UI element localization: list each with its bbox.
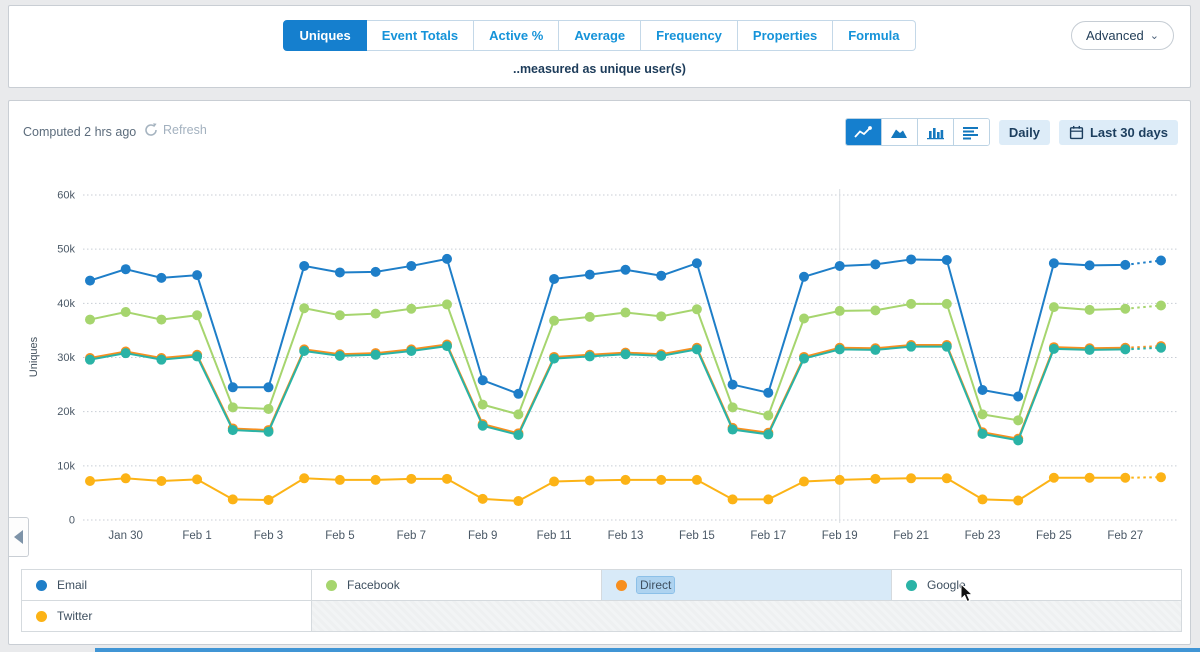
series-color-dot — [36, 611, 47, 622]
svg-text:60k: 60k — [57, 189, 75, 201]
chart-controls: Daily Last 30 days — [845, 118, 1178, 146]
svg-text:0: 0 — [69, 515, 75, 527]
collapse-panel-handle[interactable] — [9, 517, 29, 557]
legend-item-label: Email — [57, 578, 87, 592]
series-color-dot — [906, 580, 917, 591]
granularity-button[interactable]: Daily — [999, 120, 1050, 145]
legend-item-google[interactable]: Google — [892, 570, 1182, 601]
horizontal-bars-button[interactable] — [954, 119, 989, 145]
svg-text:Feb 25: Feb 25 — [1036, 530, 1072, 542]
date-range-label: Last 30 days — [1090, 125, 1168, 140]
svg-text:40k: 40k — [57, 298, 75, 310]
metric-tabs: UniquesEvent TotalsActive %AverageFreque… — [9, 20, 1190, 51]
legend-item-email[interactable]: Email — [22, 570, 312, 601]
uniques-line-chart[interactable]: 0 10k 20k 30k 40k 50k 60k Jan 30 Feb 1 Feb 3 Feb 5… — [9, 171, 1190, 563]
svg-text:Feb 23: Feb 23 — [965, 530, 1001, 542]
svg-text:Feb 17: Feb 17 — [750, 530, 786, 542]
collapse-left-icon — [14, 530, 23, 544]
series-color-dot — [36, 580, 47, 591]
legend-item-direct[interactable]: Direct — [602, 570, 892, 601]
svg-text:Feb 3: Feb 3 — [254, 530, 283, 542]
legend-item-twitter[interactable]: Twitter — [22, 601, 312, 632]
tab-uniques[interactable]: Uniques — [283, 20, 366, 51]
tab-average[interactable]: Average — [559, 20, 641, 51]
svg-text:Feb 19: Feb 19 — [822, 530, 858, 542]
column-chart-icon — [925, 125, 945, 140]
chart-panel: Computed 2 hrs ago Refresh — [8, 100, 1191, 645]
svg-text:30k: 30k — [57, 352, 75, 364]
date-range-button[interactable]: Last 30 days — [1059, 120, 1178, 145]
chevron-down-icon: ⌄ — [1150, 33, 1159, 39]
line-chart-button[interactable] — [846, 119, 882, 145]
computed-time-label: Computed 2 hrs ago — [23, 125, 136, 139]
svg-text:Feb 15: Feb 15 — [679, 530, 715, 542]
svg-text:50k: 50k — [57, 244, 75, 256]
area-chart-icon — [889, 125, 909, 140]
tab-formula[interactable]: Formula — [833, 20, 915, 51]
series-color-dot — [616, 580, 627, 591]
analytics-dashboard: UniquesEvent TotalsActive %AverageFreque… — [0, 0, 1200, 652]
legend-item-label: Direct — [637, 577, 674, 593]
advanced-button-label: Advanced — [1086, 28, 1144, 43]
legend-empty-cells — [312, 601, 1182, 632]
svg-text:Feb 21: Feb 21 — [893, 530, 929, 542]
svg-text:Uniques: Uniques — [28, 336, 40, 377]
series-legend: Email Facebook Direct Google Twitter — [21, 569, 1182, 632]
mouse-cursor — [960, 583, 974, 603]
metric-subtitle: ..measured as unique user(s) — [9, 62, 1190, 76]
svg-text:Jan 30: Jan 30 — [108, 530, 143, 542]
legend-item-facebook[interactable]: Facebook — [312, 570, 602, 601]
refresh-icon — [143, 122, 159, 138]
advanced-button[interactable]: Advanced ⌄ — [1071, 21, 1174, 50]
calendar-icon — [1069, 125, 1084, 140]
granularity-label: Daily — [1009, 125, 1040, 140]
svg-text:Feb 13: Feb 13 — [608, 530, 644, 542]
refresh-button-label: Refresh — [163, 123, 207, 137]
svg-text:Feb 27: Feb 27 — [1107, 530, 1143, 542]
tab-frequency[interactable]: Frequency — [641, 20, 738, 51]
chart-type-toggle — [845, 118, 990, 146]
series-color-dot — [326, 580, 337, 591]
tab-event-totals[interactable]: Event Totals — [367, 20, 474, 51]
horizontal-bars-icon — [961, 125, 981, 140]
line-chart-icon — [853, 125, 873, 140]
svg-text:Feb 1: Feb 1 — [182, 530, 211, 542]
tab-active-[interactable]: Active % — [474, 20, 559, 51]
svg-text:10k: 10k — [57, 460, 75, 472]
legend-item-label: Twitter — [57, 609, 92, 623]
svg-text:Feb 11: Feb 11 — [537, 530, 572, 542]
next-panel-top-edge — [95, 648, 1200, 652]
svg-text:Feb 7: Feb 7 — [397, 530, 426, 542]
column-chart-button[interactable] — [918, 119, 954, 145]
svg-text:Feb 5: Feb 5 — [325, 530, 354, 542]
refresh-button[interactable]: Refresh — [143, 122, 207, 138]
svg-text:20k: 20k — [57, 406, 75, 418]
legend-item-label: Facebook — [347, 578, 400, 592]
tab-properties[interactable]: Properties — [738, 20, 833, 51]
area-chart-button[interactable] — [882, 119, 918, 145]
svg-text:Feb 9: Feb 9 — [468, 530, 497, 542]
metric-tabs-panel: UniquesEvent TotalsActive %AverageFreque… — [8, 5, 1191, 88]
